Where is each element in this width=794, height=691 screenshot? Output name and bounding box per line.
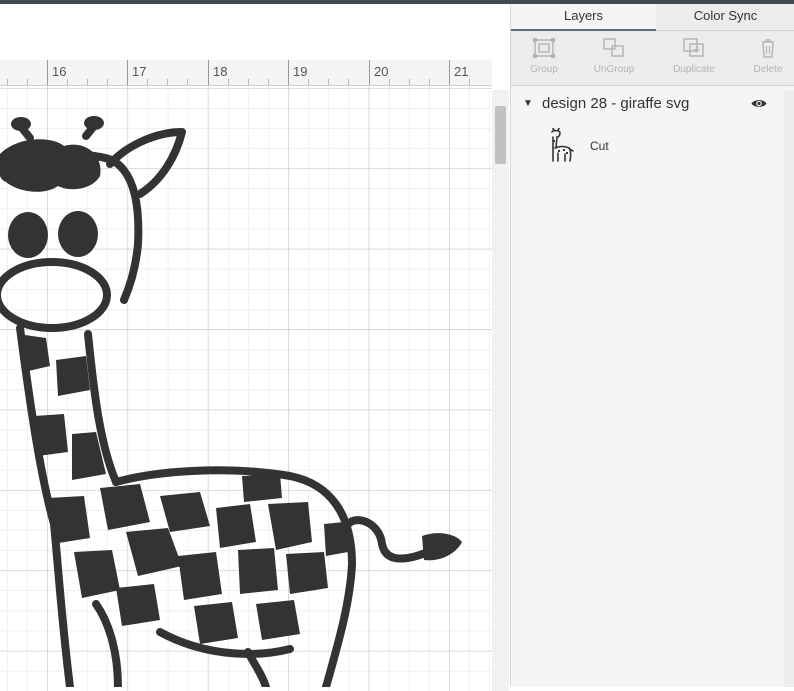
giraffe-design[interactable] — [0, 4, 492, 687]
duplicate-button[interactable]: Duplicate — [659, 34, 729, 82]
group-label: Group — [530, 64, 558, 75]
ungroup-button[interactable]: UnGroup — [579, 34, 649, 82]
layer-group-name: design 28 - giraffe svg — [542, 95, 690, 112]
ungroup-icon — [603, 38, 624, 57]
giraffe-thumbnail-icon — [551, 128, 574, 162]
layer-item-row[interactable]: Cut — [511, 128, 781, 164]
canvas-vertical-scrollbar[interactable] — [492, 90, 509, 691]
group-icon — [533, 38, 555, 58]
expand-caret-icon[interactable]: ▼ — [523, 98, 533, 109]
canvas-scroll-thumb[interactable] — [495, 106, 506, 164]
delete-label: Delete — [753, 64, 783, 75]
layer-item-label: Cut — [590, 139, 609, 153]
design-canvas[interactable]: 16 17 18 19 20 21 — [0, 4, 510, 691]
tab-color-sync[interactable]: Color Sync — [656, 4, 794, 30]
panel-scrollbar[interactable] — [784, 90, 794, 687]
ungroup-label: UnGroup — [593, 64, 635, 75]
delete-button[interactable]: Delete — [733, 34, 794, 82]
layer-group-row[interactable]: ▼ design 28 - giraffe svg — [511, 90, 781, 116]
trash-icon — [762, 39, 774, 58]
layers-toolbar: Group UnGroup Duplicate Delete — [511, 31, 794, 86]
layers-panel: Layers Color Sync Group UnGroup Duplicat… — [510, 4, 794, 687]
eye-icon[interactable] — [751, 98, 767, 109]
tab-layers[interactable]: Layers — [511, 4, 656, 31]
duplicate-icon — [683, 38, 704, 57]
duplicate-label: Duplicate — [673, 64, 715, 75]
group-button[interactable]: Group — [509, 34, 579, 82]
panel-tabs: Layers Color Sync — [511, 4, 794, 31]
